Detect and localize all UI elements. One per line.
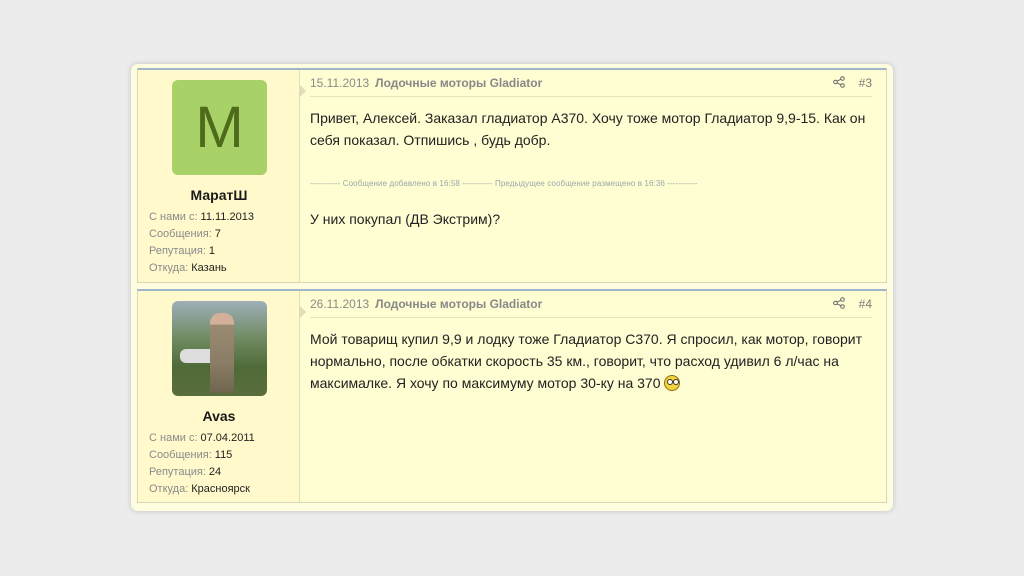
- post-text: У них покупал (ДВ Экстрим)?: [310, 211, 501, 227]
- user-info-panel: M МаратШ С нами с: 11.11.2013 Сообщения: 7…: [138, 70, 306, 282]
- stat-label: Сообщения:: [149, 449, 212, 461]
- stat-value: 11.11.2013: [200, 211, 254, 223]
- post-date[interactable]: 15.11.2013: [310, 76, 369, 90]
- forum-link[interactable]: Лодочные моторы Gladiator: [375, 76, 542, 90]
- merged-note: ----------- Сообщение добавлено в 16:58 …: [310, 179, 698, 188]
- thread-container: M МаратШ С нами с: 11.11.2013 Сообщения: 7…: [131, 64, 893, 511]
- stat-label: С нами с:: [149, 211, 198, 223]
- stat-label: Откуда:: [149, 262, 189, 274]
- post: M МаратШ С нами с: 11.11.2013 Сообщения: 7…: [137, 68, 887, 283]
- stat-label: С нами с:: [149, 432, 198, 444]
- stat-value: 1: [208, 245, 216, 257]
- post-content: 15.11.2013 Лодочные моторы Gladiator #3 …: [300, 70, 886, 282]
- username[interactable]: Avas: [138, 408, 300, 424]
- avatar[interactable]: M: [172, 80, 267, 175]
- user-info-panel: Avas С нами с: 07.04.2011 Сообщения: 115 Р…: [138, 291, 306, 502]
- stat-value: Красноярск: [191, 483, 250, 495]
- user-stats: С нами с: 07.04.2011 Сообщения: 115 Репута…: [149, 430, 255, 498]
- user-stats: С нами с: 11.11.2013 Сообщения: 7 Репутаци…: [149, 209, 254, 277]
- stat-label: Сообщения:: [149, 228, 212, 240]
- stat-label: Репутация:: [149, 245, 206, 257]
- username[interactable]: МаратШ: [138, 187, 300, 203]
- post-meta: 26.11.2013 Лодочные моторы Gladiator #4: [310, 291, 872, 318]
- stat-label: Откуда:: [149, 483, 189, 495]
- post-meta: 15.11.2013 Лодочные моторы Gladiator #3: [310, 70, 872, 97]
- post: Avas С нами с: 07.04.2011 Сообщения: 115 Р…: [137, 289, 887, 503]
- photo-person: [210, 313, 234, 393]
- avatar[interactable]: [172, 301, 267, 396]
- post-date[interactable]: 26.11.2013: [310, 297, 369, 311]
- post-number[interactable]: #3: [859, 76, 872, 90]
- stat-value: 24: [208, 466, 222, 478]
- stat-value: 07.04.2011: [200, 432, 255, 444]
- shocked-smiley-icon: [664, 375, 681, 391]
- post-content: 26.11.2013 Лодочные моторы Gladiator #4 …: [300, 291, 886, 502]
- post-text: Привет, Алексей. Заказал гладиатор А370.…: [310, 110, 866, 148]
- post-text-container: Мой товарищ купил 9,9 и лодку тоже Глади…: [310, 328, 872, 394]
- share-icon[interactable]: [832, 75, 845, 91]
- post-text: Мой товарищ купил 9,9 и лодку тоже Глади…: [310, 331, 863, 391]
- stat-label: Репутация:: [149, 466, 206, 478]
- stat-value: 115: [214, 449, 233, 461]
- stat-value: 7: [214, 228, 221, 240]
- stat-value: Казань: [191, 262, 227, 274]
- forum-link[interactable]: Лодочные моторы Gladiator: [375, 297, 542, 311]
- post-number[interactable]: #4: [859, 297, 872, 311]
- share-icon[interactable]: [832, 296, 845, 312]
